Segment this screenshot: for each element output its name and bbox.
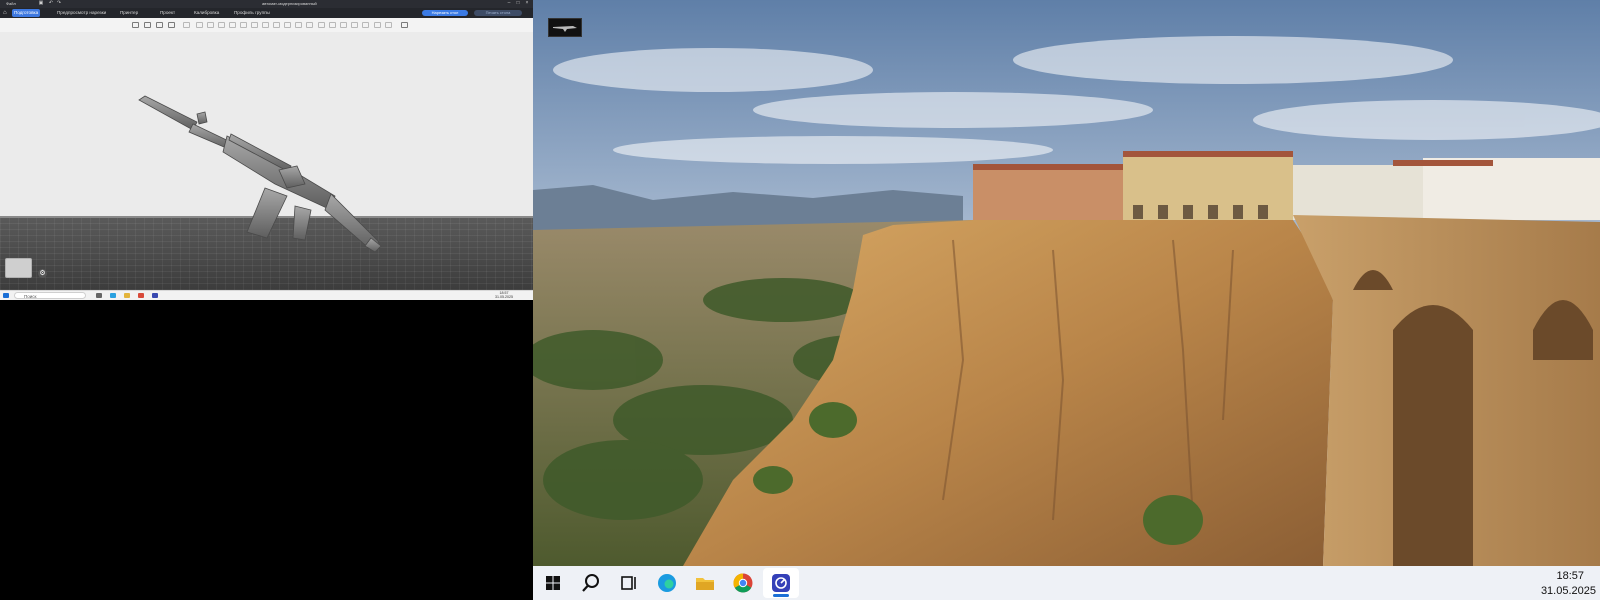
tab-slice-preview[interactable]: Предпросмотр нарезки <box>55 9 108 17</box>
add-plate-icon[interactable] <box>144 22 151 28</box>
rotate-icon[interactable] <box>207 22 214 28</box>
tab-prepare[interactable]: Подготовка <box>12 9 41 17</box>
folder-icon <box>696 578 714 590</box>
support-paint-icon[interactable] <box>262 22 269 28</box>
close-icon[interactable]: × <box>524 1 530 6</box>
save-icon[interactable]: ▣ <box>38 1 44 6</box>
menu-bar: ⌂ Подготовка Предпросмотр нарезки Принте… <box>0 8 533 18</box>
add-object-icon[interactable] <box>132 22 139 28</box>
left-clock-date: 31.05.2025 <box>495 294 513 299</box>
tab-group-profile[interactable]: Профиль группы <box>232 9 272 17</box>
task-view-icon <box>621 576 636 590</box>
left-monitor: Файл ▣ ↶ ↷ автомат-модернизированный – □… <box>0 0 533 300</box>
split-icon[interactable] <box>183 22 190 28</box>
clock-time[interactable]: 18:57 <box>1556 570 1584 582</box>
file-menu-button[interactable]: Файл <box>6 1 16 6</box>
home-icon[interactable]: ⌂ <box>3 10 9 16</box>
seam-paint-icon[interactable] <box>273 22 280 28</box>
view-gear-icon[interactable]: ⚙ <box>38 269 47 278</box>
active-app-indicator <box>773 594 789 597</box>
slicer-app-button[interactable] <box>763 568 799 598</box>
rifle-model[interactable] <box>135 92 385 252</box>
cut-icon[interactable] <box>240 22 247 28</box>
slicer-app-icon[interactable] <box>152 293 158 298</box>
undo-icon[interactable]: ↶ <box>48 1 54 6</box>
object-toolbar <box>0 18 533 33</box>
left-clock: 18:57 31.05.2025 <box>495 291 513 300</box>
cut-connectors-icon[interactable] <box>362 22 369 28</box>
redo-icon[interactable]: ↷ <box>56 1 62 6</box>
maximize-icon[interactable]: □ <box>515 1 521 6</box>
chrome-icon <box>733 573 753 593</box>
task-view-button[interactable] <box>611 568 647 598</box>
edge-icon <box>658 574 676 592</box>
edge-browser-button[interactable] <box>649 568 685 598</box>
measure-icon[interactable] <box>306 22 313 28</box>
settings-icon[interactable] <box>401 22 408 28</box>
minimize-icon[interactable]: – <box>506 1 512 6</box>
project-title: автомат-модернизированный <box>262 1 317 6</box>
brim-ears-icon[interactable] <box>340 22 347 28</box>
file-explorer-button[interactable] <box>687 568 723 598</box>
scale-icon[interactable] <box>218 22 225 28</box>
move-icon[interactable] <box>196 22 203 28</box>
assembly-icon[interactable] <box>318 22 325 28</box>
search-icon <box>582 574 599 592</box>
left-taskbar: Поиск 18:57 31.05.2025 <box>0 290 533 300</box>
mesh-boolean-icon[interactable] <box>251 22 258 28</box>
simplify-icon[interactable] <box>374 22 381 28</box>
windows-logo-icon <box>546 576 560 590</box>
rifle-model-shortcut-icon[interactable] <box>548 18 582 37</box>
lay-on-face-icon[interactable] <box>229 22 236 28</box>
color-paint-icon[interactable] <box>284 22 291 28</box>
taskbar: 18:57 31.05.2025 <box>533 566 1600 600</box>
desktop-wallpaper <box>533 0 1600 566</box>
edge-icon[interactable] <box>110 293 116 298</box>
chrome-browser-button[interactable] <box>725 568 761 598</box>
tab-calibration[interactable]: Калибровка <box>192 9 221 17</box>
3d-viewport[interactable]: ⚙ <box>0 32 533 290</box>
taskbar-search-input[interactable]: Поиск <box>14 292 86 299</box>
right-monitor: 18:57 31.05.2025 <box>533 0 1600 600</box>
auto-orient-icon[interactable] <box>156 22 163 28</box>
drill-icon[interactable] <box>385 22 392 28</box>
plate-thumbnail[interactable] <box>5 258 32 278</box>
tab-printer[interactable]: Принтер <box>118 9 140 17</box>
start-button[interactable] <box>535 568 571 598</box>
title-bar: Файл ▣ ↶ ↷ автомат-модернизированный – □… <box>0 0 533 8</box>
windows-start-icon[interactable] <box>3 293 9 298</box>
fuzzy-skin-icon[interactable] <box>351 22 358 28</box>
folder-icon[interactable] <box>124 293 130 298</box>
clock-date[interactable]: 31.05.2025 <box>1541 585 1596 597</box>
chrome-icon[interactable] <box>138 293 144 298</box>
variable-layer-icon[interactable] <box>329 22 336 28</box>
text-emboss-icon[interactable] <box>295 22 302 28</box>
arrange-icon[interactable] <box>168 22 175 28</box>
tab-project[interactable]: Проект <box>158 9 177 17</box>
slice-plate-button[interactable]: Нарезать стол <box>422 10 468 16</box>
print-plate-button[interactable]: Печать стола <box>474 10 522 16</box>
task-view-icon[interactable] <box>96 293 102 298</box>
search-button[interactable] <box>573 568 609 598</box>
